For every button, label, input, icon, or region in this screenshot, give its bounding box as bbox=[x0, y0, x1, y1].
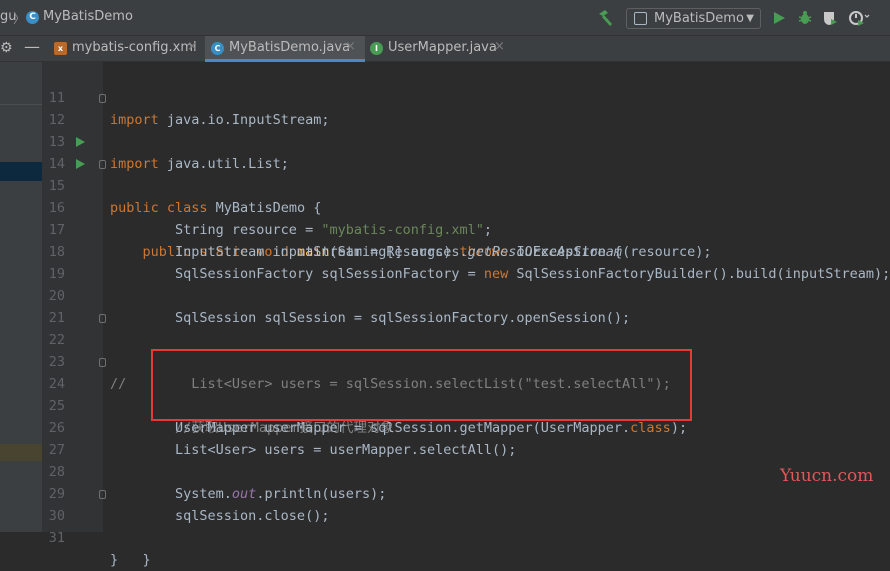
java-interface-icon: I bbox=[370, 42, 383, 55]
code-line: 21 bbox=[0, 285, 890, 326]
xml-file-icon: x bbox=[54, 42, 67, 55]
code-line: 23 bbox=[0, 329, 890, 370]
code-line: 20 SqlSession sqlSession = sqlSessionFac… bbox=[0, 263, 890, 326]
watermark: Yuucn.com bbox=[780, 466, 874, 486]
fold-marker-icon[interactable] bbox=[99, 314, 106, 323]
debug-button[interactable] bbox=[797, 10, 813, 26]
code-line: 11 import java.io.InputStream; bbox=[0, 65, 890, 128]
fold-marker-icon[interactable] bbox=[99, 490, 106, 499]
main-toolbar: gu 〉 C MyBatisDemo MyBatisDemo ▼ bbox=[0, 0, 890, 36]
run-config-icon bbox=[634, 12, 647, 25]
code-line: 15 public static void main(String[] args… bbox=[0, 153, 890, 260]
code-line: 29 sqlSession.close(); bbox=[0, 461, 890, 524]
code-line: 16 String resource = "mybatis-config.xml… bbox=[0, 175, 890, 238]
run-gutter-icon[interactable] bbox=[76, 137, 85, 147]
gear-icon[interactable]: ⚙ bbox=[0, 40, 13, 56]
code-line: 12 import java.util.List; bbox=[0, 87, 890, 172]
java-class-icon: C bbox=[26, 11, 39, 24]
fold-marker-icon[interactable] bbox=[99, 94, 106, 103]
highlight-annotation-box bbox=[151, 349, 692, 421]
build-hammer-icon[interactable] bbox=[596, 9, 616, 27]
code-line: 18 SqlSessionFactory sqlSessionFactory =… bbox=[0, 219, 890, 282]
tab-label: MyBatisDemo.java bbox=[229, 40, 351, 55]
code-line: 13 bbox=[0, 109, 890, 150]
tab-label: mybatis-config.xml bbox=[72, 40, 197, 55]
code-line: 28 System.out.println(users); bbox=[0, 439, 890, 502]
line-number: 31 bbox=[48, 530, 65, 546]
minimize-icon[interactable]: — bbox=[24, 37, 40, 56]
code-line: 31 } bbox=[0, 505, 890, 568]
close-icon[interactable]: × bbox=[494, 39, 505, 54]
coverage-button[interactable] bbox=[822, 10, 838, 26]
profile-button[interactable] bbox=[848, 10, 870, 26]
run-configuration-select[interactable]: MyBatisDemo ▼ bbox=[626, 8, 761, 29]
run-gutter-icon[interactable] bbox=[76, 159, 85, 169]
code-line: 14 public class MyBatisDemo { bbox=[0, 131, 890, 216]
fold-marker-icon[interactable] bbox=[99, 160, 106, 169]
editor-tab-bar: ⚙ — x mybatis-config.xml × C MyBatisDemo… bbox=[0, 36, 890, 62]
chevron-down-icon: ▼ bbox=[746, 13, 754, 24]
breadcrumb-project[interactable]: MyBatisDemo bbox=[43, 9, 133, 24]
code-text[interactable]: } bbox=[110, 549, 118, 571]
code-line: 17 InputStream inputStream = Resources.g… bbox=[0, 197, 890, 260]
java-class-icon: C bbox=[211, 42, 224, 55]
fold-marker-icon[interactable] bbox=[99, 358, 106, 367]
breadcrumb-separator: 〉 bbox=[13, 12, 27, 27]
tab-label: UserMapper.java bbox=[388, 40, 497, 55]
code-line: 19 bbox=[0, 241, 890, 282]
tab-mybatisdemo-java[interactable]: C MyBatisDemo.java × bbox=[205, 36, 365, 62]
run-config-label: MyBatisDemo bbox=[654, 11, 744, 26]
tab-mybatis-config-xml[interactable]: x mybatis-config.xml × bbox=[48, 36, 203, 62]
run-button[interactable] bbox=[771, 10, 787, 26]
tab-usermapper-java[interactable]: I UserMapper.java × bbox=[364, 36, 509, 62]
code-line: 22 // List<User> users = sqlSession.sele… bbox=[0, 307, 890, 392]
close-icon[interactable]: × bbox=[187, 39, 198, 54]
code-line: 30 } bbox=[0, 483, 890, 568]
close-icon[interactable]: × bbox=[345, 39, 356, 54]
